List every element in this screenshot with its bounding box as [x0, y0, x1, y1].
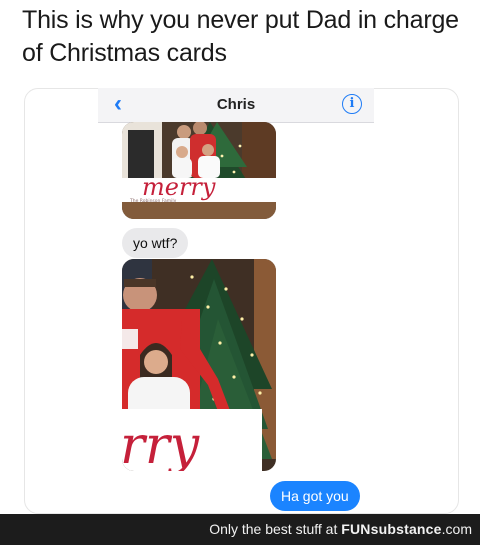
incoming-message-bubble[interactable]: yo wtf? [122, 228, 189, 258]
imessage-screenshot: ‹ Chris i merry The Robinson Family yo w… [98, 88, 374, 512]
christmas-card-photo-1[interactable]: merry The Robinson Family [122, 122, 276, 219]
meme-caption: This is why you never put Dad in charge … [22, 6, 459, 67]
card-signature: The Robinson Family [129, 198, 177, 204]
info-circle-icon[interactable]: i [342, 94, 362, 114]
christmas-card-image-2: rry [122, 259, 276, 471]
site-footer-banner: Only the best stuff at FUNsubstance.com [0, 514, 480, 545]
footer-domain: .com [441, 521, 472, 537]
footer-tagline: Only the best stuff at [209, 521, 338, 537]
christmas-card-image-1: merry The Robinson Family [122, 122, 276, 219]
chat-header: ‹ Chris i [98, 88, 374, 123]
footer-brand[interactable]: FUNsubstance [341, 521, 441, 537]
card-word-fragment: rry [122, 416, 200, 471]
outgoing-message-bubble[interactable]: Ha got you [270, 481, 360, 511]
card-word-merry: merry [142, 173, 216, 201]
christmas-card-photo-2[interactable]: rry [122, 259, 276, 471]
contact-name[interactable]: Chris [98, 96, 374, 113]
footer-text: Only the best stuff at FUNsubstance.com [209, 521, 472, 537]
